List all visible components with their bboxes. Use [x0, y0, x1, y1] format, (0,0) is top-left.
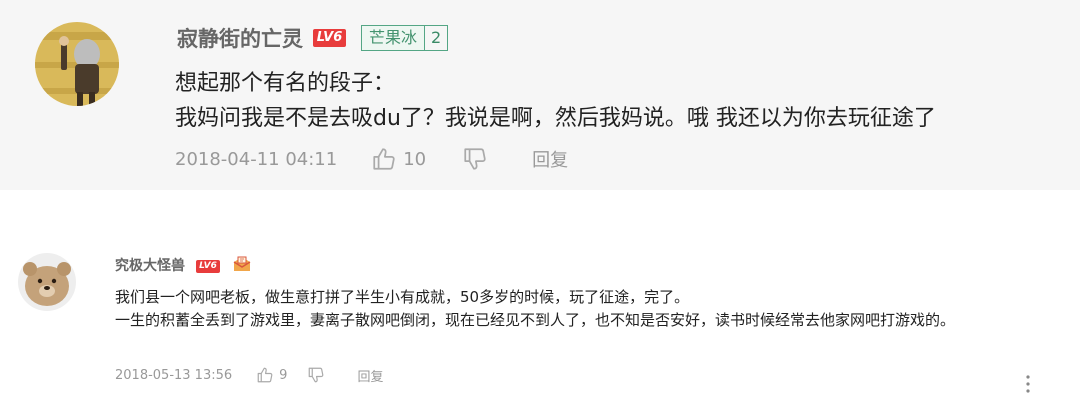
comment-line: 我妈问我是不是去吸du了？我说是啊，然后我妈说。哦 我还以为你去玩征途了: [175, 106, 936, 131]
comment-line: 想起那个有名的段子：: [175, 71, 396, 96]
comment-line: 一生的积蓄全丢到了游戏里，妻离子散网吧倒闭，现在已经见不到人了，也不知是否安好，…: [115, 311, 956, 329]
avatar-illustration: [18, 253, 76, 311]
thumbs-up-icon[interactable]: [371, 146, 397, 172]
comment-text: 我们县一个网吧老板，做生意打拼了半生小有成就，50多岁的时候，玩了征途，完了。 …: [115, 286, 1045, 332]
level-badge: LV6: [196, 260, 220, 273]
level-badge: LV6: [313, 29, 346, 47]
thumbs-up-icon[interactable]: [256, 366, 274, 384]
reply-button[interactable]: 回复: [357, 366, 383, 385]
comment-meta: 2018-04-11 04:11 10 回复: [175, 145, 568, 173]
thumbs-down-icon[interactable]: [462, 146, 488, 172]
username[interactable]: 究极大怪兽: [115, 255, 185, 275]
gift-badge-icon: [233, 256, 251, 271]
comment-1: 寂静街的亡灵 LV6 芒果冰 2 想起那个有名的段子： 我妈问我是不是去吸du了…: [0, 0, 1080, 190]
comment-2: 究极大怪兽 LV6 我们县一个网吧老板，做生意打拼了半生小有成就，50多岁的时候…: [0, 190, 1080, 408]
avatar-illustration: [35, 22, 119, 106]
comment-line: 我们县一个网吧老板，做生意打拼了半生小有成就，50多岁的时候，玩了征途，完了。: [115, 288, 690, 306]
fan-badge-level: 2: [431, 28, 442, 47]
more-vertical-icon[interactable]: [1026, 374, 1030, 394]
thumbs-down-icon[interactable]: [307, 366, 325, 384]
comment-date: 2018-04-11 04:11: [175, 148, 338, 170]
like-count: 9: [279, 367, 288, 383]
avatar[interactable]: [18, 253, 76, 311]
fan-badge-name: 芒果冰: [362, 26, 426, 50]
comment-date: 2018-05-13 13:56: [115, 367, 233, 383]
reply-button[interactable]: 回复: [532, 146, 568, 172]
comment-text: 想起那个有名的段子： 我妈问我是不是去吸du了？我说是啊，然后我妈说。哦 我还以…: [175, 66, 936, 136]
comment-meta: 2018-05-13 13:56 9 回复: [115, 364, 383, 386]
username[interactable]: 寂静街的亡灵: [177, 23, 303, 53]
like-count: 10: [403, 148, 427, 170]
avatar[interactable]: [35, 22, 119, 106]
fan-badge[interactable]: 芒果冰 2: [361, 25, 449, 51]
